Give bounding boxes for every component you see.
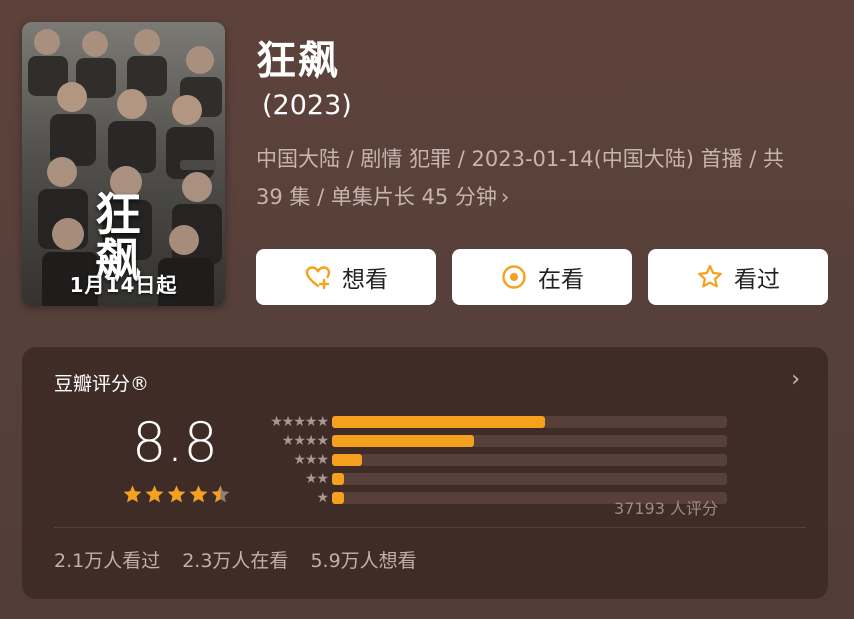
rating-stars <box>122 484 232 505</box>
distribution-track <box>332 435 727 447</box>
distribution-bar <box>332 454 363 466</box>
distribution-bar <box>332 473 344 485</box>
watched-label: 看过 <box>734 267 780 293</box>
rating-count: 37193 人评分 <box>614 499 718 518</box>
want-to-watch-button[interactable]: 想看 <box>256 249 436 305</box>
star-outline-icon <box>696 263 724 291</box>
distribution-star-label: ★★★★ <box>281 433 329 449</box>
distribution-track <box>332 473 727 485</box>
distribution-bar <box>332 416 545 428</box>
divider <box>54 527 806 528</box>
movie-meta-info[interactable]: 中国大陆 / 剧情 犯罪 / 2023-01-14(中国大陆) 首播 / 共 3… <box>256 140 816 216</box>
distribution-star-label: ★★ <box>304 471 329 487</box>
release-year: (2023) <box>262 90 352 121</box>
watching-label: 在看 <box>538 267 584 293</box>
target-icon <box>500 263 528 291</box>
distribution-star-label: ★★★★★ <box>270 414 329 430</box>
page-title: 狂飙 <box>256 38 340 84</box>
chevron-right-icon: › <box>500 185 510 209</box>
chevron-right-icon[interactable]: › <box>791 367 800 392</box>
star-icon <box>122 484 143 505</box>
watch-stats: 2.1万人看过 2.3万人在看 5.9万人想看 <box>54 546 417 573</box>
star-icon <box>210 484 231 505</box>
star-icon <box>144 484 165 505</box>
star-icon <box>166 484 187 505</box>
poster-image[interactable]: 狂飙 1月14日起 <box>22 22 225 306</box>
rating-score: 8.8 <box>132 411 218 474</box>
movie-detail-page: 狂飙 1月14日起 狂飙 (2023) 中国大陆 / 剧情 犯罪 / 2023-… <box>0 0 854 619</box>
distribution-bar <box>332 435 475 447</box>
star-icon <box>188 484 209 505</box>
distribution-star-label: ★★★ <box>293 452 329 468</box>
distribution-star-label: ★ <box>316 490 329 506</box>
distribution-track <box>332 416 727 428</box>
watched-button[interactable]: 看过 <box>648 249 828 305</box>
distribution-bar <box>332 492 344 504</box>
heart-plus-icon <box>304 263 332 291</box>
poster-caption: 1月14日起 <box>69 273 178 297</box>
stat-watched[interactable]: 2.1万人看过 <box>54 546 160 573</box>
watching-button[interactable]: 在看 <box>452 249 632 305</box>
meta-text: 中国大陆 / 剧情 犯罪 / 2023-01-14(中国大陆) 首播 / 共 3… <box>256 147 785 209</box>
stat-want[interactable]: 5.9万人想看 <box>310 546 416 573</box>
want-to-watch-label: 想看 <box>342 267 388 293</box>
rating-header: 豆瓣评分® <box>54 373 150 395</box>
rating-card[interactable]: 豆瓣评分® › 8.8 ★★★★★ ★★★★ ★★★ ★★ ★ 37193 人评分 2.… <box>22 347 828 599</box>
distribution-track <box>332 454 727 466</box>
stat-watching[interactable]: 2.3万人在看 <box>182 546 288 573</box>
